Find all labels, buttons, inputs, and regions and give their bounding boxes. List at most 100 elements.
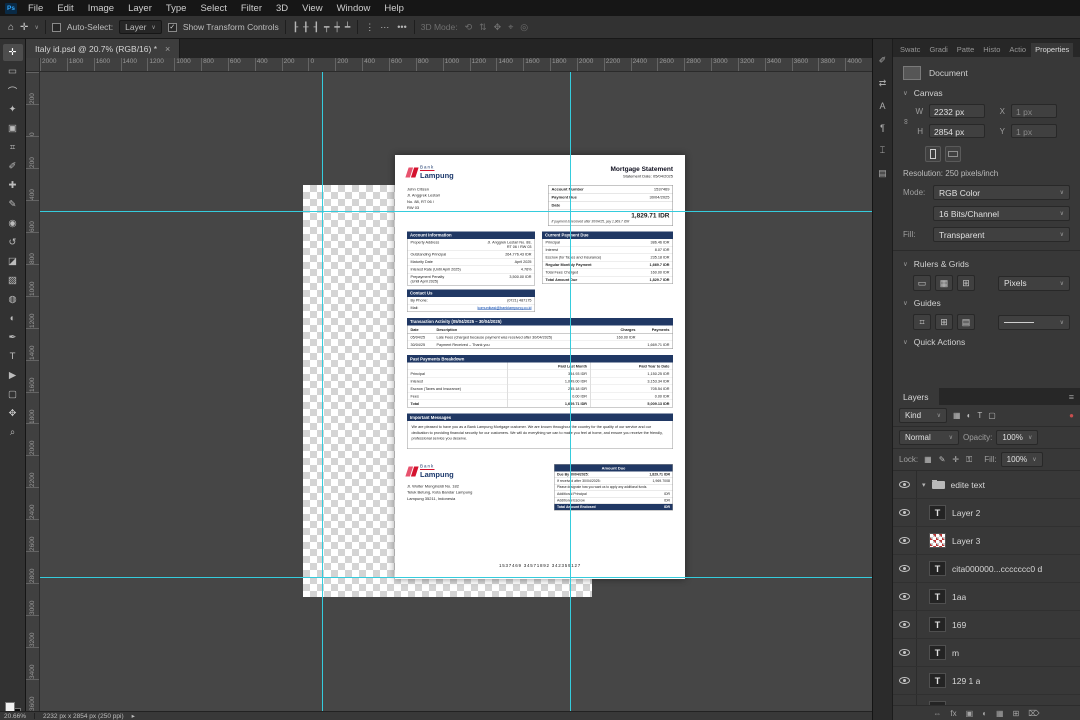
link-dimensions-icon[interactable]: ∞: [901, 119, 910, 125]
mode3d-button[interactable]: ⟲: [464, 22, 474, 33]
menu-item[interactable]: Help: [377, 3, 411, 14]
distribute-button[interactable]: ⋮: [364, 22, 375, 33]
auto-select-checkbox[interactable]: [51, 22, 61, 32]
document-tab[interactable]: Italy id.psd @ 20.7% (RGB/16) * ×: [26, 39, 181, 58]
collapsed-panel-icon[interactable]: ▤: [878, 168, 887, 179]
move-tool-icon[interactable]: ✛: [20, 22, 28, 33]
collapsed-panel-icon[interactable]: A: [879, 101, 885, 111]
align-button[interactable]: ┿: [333, 22, 340, 33]
tool-button[interactable]: T: [3, 348, 23, 365]
tool-button[interactable]: ◍: [3, 291, 23, 308]
ruler-grid-toggle-icon[interactable]: ⊞: [957, 275, 975, 291]
collapsed-panel-icon[interactable]: ⌶: [880, 145, 885, 156]
landscape-orientation-button[interactable]: [945, 146, 961, 162]
color-mode-dropdown[interactable]: RGB Color ∨: [933, 185, 1070, 200]
layer-row[interactable]: Layer 3: [893, 527, 1080, 555]
show-transform-checkbox[interactable]: ✓: [167, 22, 177, 32]
layer-action-icon[interactable]: ▣: [966, 709, 974, 718]
layer-name[interactable]: Layer 2: [952, 508, 980, 518]
mode3d-button[interactable]: ◎: [519, 22, 529, 33]
align-button[interactable]: ┯: [323, 22, 330, 33]
ruler-grid-toggle-icon[interactable]: ▭: [913, 275, 931, 291]
opacity-dropdown[interactable]: 100% ∨: [996, 430, 1039, 445]
vertical-ruler[interactable]: 200 0 200 400 600 800 1000 1200 1400 1600 1800 2000…: [26, 72, 40, 711]
lock-toggle-icon[interactable]: ⚿: [964, 455, 974, 465]
canvas-x-field[interactable]: 1 px: [1011, 104, 1057, 118]
mode3d-button[interactable]: ⇅: [478, 22, 488, 33]
filter-toggle-led-icon[interactable]: ●: [1069, 411, 1074, 420]
tool-button[interactable]: ▢: [3, 386, 23, 403]
align-button[interactable]: ┨: [313, 22, 320, 33]
status-flyout-icon[interactable]: ▸: [132, 712, 135, 720]
layer-action-icon[interactable]: ◐: [982, 709, 987, 718]
tool-button[interactable]: ✒: [3, 329, 23, 346]
rulers-grids-section-header[interactable]: ∨ Rulers & Grids: [903, 259, 1070, 269]
visibility-eye-icon[interactable]: [899, 593, 910, 600]
layer-action-icon[interactable]: ▦: [996, 709, 1004, 718]
tool-button[interactable]: ◐: [3, 310, 23, 327]
layer-row[interactable]: T 169: [893, 611, 1080, 639]
visibility-eye-icon[interactable]: [899, 537, 910, 544]
zoom-level[interactable]: 20.66%: [4, 713, 26, 720]
canvas-fill-dropdown[interactable]: Transparent ∨: [933, 227, 1070, 242]
panel-tab[interactable]: Actio: [1005, 43, 1030, 57]
panel-tab[interactable]: Swatc: [896, 43, 924, 57]
tool-button[interactable]: ✛: [2, 44, 23, 61]
layer-filter-icon[interactable]: ▦: [951, 411, 963, 420]
close-icon[interactable]: ×: [165, 44, 170, 54]
layer-filter-icon[interactable]: T: [975, 411, 984, 420]
panel-menu-icon[interactable]: ≡: [1069, 388, 1080, 405]
vertical-guide[interactable]: [322, 72, 323, 711]
layer-row[interactable]: T 1aa: [893, 583, 1080, 611]
menu-item[interactable]: View: [295, 3, 329, 14]
horizontal-guide[interactable]: [40, 211, 872, 212]
horizontal-ruler[interactable]: 2000 1800 1600 1400 1200 1000 800 600 400 200 0 200…: [26, 58, 872, 72]
layer-row[interactable]: T cita000000...ccccccc0 d: [893, 555, 1080, 583]
tool-button[interactable]: ▭: [3, 63, 23, 80]
photoshop-app-icon[interactable]: Ps: [5, 2, 17, 14]
layer-name[interactable]: edite text: [951, 480, 986, 490]
layer-action-icon[interactable]: ⇔: [933, 709, 941, 718]
menu-item[interactable]: Image: [81, 3, 121, 14]
visibility-eye-icon[interactable]: [899, 677, 910, 684]
layer-name[interactable]: m: [952, 648, 959, 658]
guide-toggle-icon[interactable]: ⌗: [913, 314, 931, 330]
tool-button[interactable]: ✥: [3, 405, 23, 422]
canvas-y-field[interactable]: 1 px: [1011, 124, 1057, 138]
menu-item[interactable]: Layer: [121, 3, 159, 14]
tool-button[interactable]: ⌕: [3, 424, 23, 441]
align-button[interactable]: ┠: [292, 22, 299, 33]
tool-button[interactable]: ✎: [3, 196, 23, 213]
fill-dropdown[interactable]: 100% ∨: [1000, 452, 1043, 467]
align-button[interactable]: ╂: [302, 22, 309, 33]
lock-toggle-icon[interactable]: ▦: [922, 455, 934, 465]
layer-row[interactable]: ▾ edite text: [893, 471, 1080, 499]
bit-depth-dropdown[interactable]: 16 Bits/Channel ∨: [933, 206, 1070, 221]
layer-name[interactable]: 169: [952, 620, 966, 630]
tab-properties[interactable]: Properties: [1031, 43, 1074, 57]
layer-filter-icon[interactable]: ◐: [965, 411, 974, 420]
more-options-icon[interactable]: •••: [396, 22, 407, 32]
layer-name[interactable]: 129 1 a: [952, 676, 980, 686]
tab-layers[interactable]: Layers: [893, 388, 939, 405]
layer-row[interactable]: T 01.01.1990: [893, 695, 1080, 705]
panel-tab[interactable]: Patte: [953, 43, 979, 57]
panel-tab[interactable]: Histo: [979, 43, 1004, 57]
vertical-guide[interactable]: [570, 72, 571, 711]
layer-action-icon[interactable]: fx: [950, 709, 956, 718]
mode3d-button[interactable]: ⌖: [507, 22, 514, 33]
guide-toggle-icon[interactable]: ▤: [957, 314, 975, 330]
distribute-button[interactable]: ⋯: [379, 22, 390, 33]
guide-style-dropdown[interactable]: ∨: [998, 314, 1070, 330]
layer-row[interactable]: T Layer 2: [893, 499, 1080, 527]
visibility-eye-icon[interactable]: [899, 565, 910, 572]
menu-item[interactable]: File: [21, 3, 50, 14]
tool-preset-chevron-icon[interactable]: ∨: [34, 24, 38, 31]
panel-tab[interactable]: Gradi: [925, 43, 951, 57]
collapsed-panel-icon[interactable]: ⇄: [879, 78, 887, 89]
align-button[interactable]: ┷: [344, 22, 351, 33]
collapsed-panel-icon[interactable]: ✐: [879, 55, 887, 66]
layer-name[interactable]: 1aa: [952, 592, 966, 602]
tool-button[interactable]: ▶: [3, 367, 23, 384]
quick-actions-section-header[interactable]: ∨ Quick Actions: [903, 337, 1070, 347]
